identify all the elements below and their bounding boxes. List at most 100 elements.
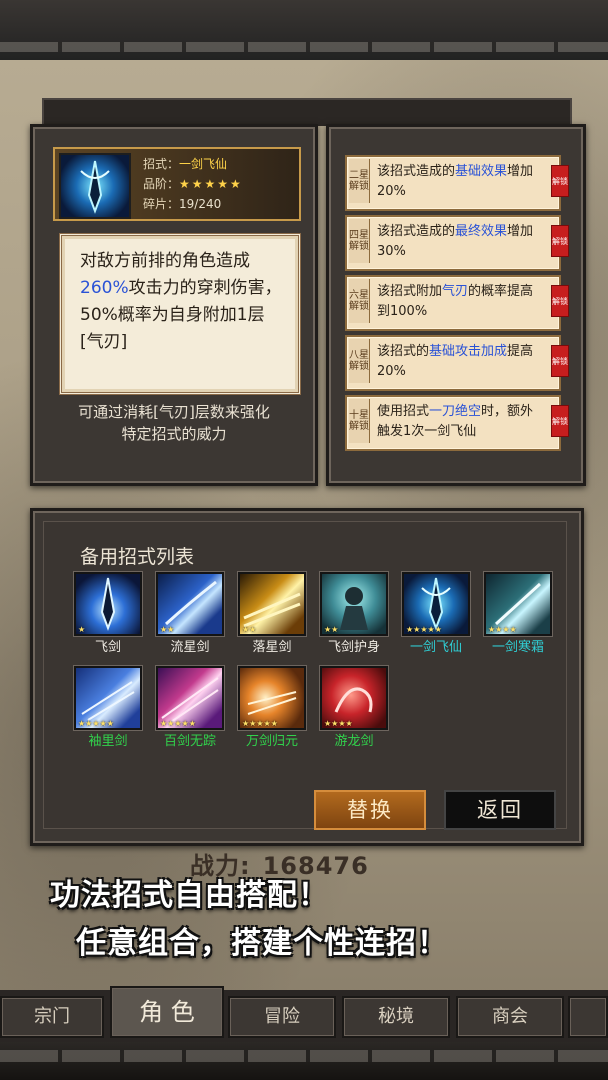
skill-item-feijianhushen[interactable]: ★★ 飞剑护身 bbox=[318, 572, 390, 655]
promo-text-line1: 功法招式自由搭配！ bbox=[50, 878, 329, 913]
nav-tab-guild[interactable]: 商会 bbox=[456, 996, 564, 1038]
nav-tab-sect[interactable]: 宗门 bbox=[0, 996, 104, 1038]
unlock-row: 二星解锁 该招式造成的基础效果增加20% 解锁 bbox=[345, 155, 569, 211]
unlock-text: 该招式的基础攻击加成提高20% bbox=[377, 342, 539, 382]
top-frame bbox=[0, 0, 608, 63]
skill-item-xiulijian[interactable]: ★★★★★ 袖里剑 bbox=[72, 666, 144, 749]
sword-skill-icon bbox=[59, 153, 131, 219]
unlocked-badge: 解锁 bbox=[551, 285, 569, 317]
skill-item-yijianhanshuang[interactable]: ★★★★ 一剑寒霜 bbox=[482, 572, 554, 655]
skill-name: 一剑飞仙 bbox=[179, 157, 228, 171]
skill-name: 飞剑护身 bbox=[327, 640, 380, 655]
replace-button[interactable]: 替换 bbox=[314, 790, 426, 830]
strengthen-note-line2: 特定招式的威力 bbox=[121, 425, 227, 443]
skill-name-label: 招式： bbox=[143, 157, 180, 171]
meteor-sword-icon: ★★ bbox=[156, 572, 224, 636]
sword-guard-icon: ★★ bbox=[320, 572, 388, 636]
bottom-frame bbox=[0, 1042, 608, 1080]
nav-tab-character[interactable]: 角 色 bbox=[110, 986, 224, 1038]
ten-thousand-swords-icon: ★★★★★ bbox=[238, 666, 306, 730]
sword-immortal-icon: ★★★★★ bbox=[402, 572, 470, 636]
unlock-text: 该招式造成的基础效果增加20% bbox=[377, 162, 539, 202]
promo-text-line2: 任意组合，搭建个性连招！ bbox=[76, 926, 448, 961]
skill-stars: ★★★★ bbox=[324, 719, 353, 728]
skill-name: 一剑飞仙 bbox=[409, 640, 462, 655]
unlocked-badge: 解锁 bbox=[551, 165, 569, 197]
hundred-swords-icon: ★★★★★ bbox=[156, 666, 224, 730]
skill-item-youlongjian[interactable]: ★★★★ 游龙剑 bbox=[318, 666, 390, 749]
skill-name-line: 招式：一剑飞仙 bbox=[143, 155, 227, 172]
skill-description: 对敌方前排的角色造成260%攻击力的穿刺伤害，50%概率为自身附加1层[气刃] bbox=[80, 248, 286, 356]
back-button[interactable]: 返回 bbox=[444, 790, 556, 830]
unlock-text-highlight: 气刃 bbox=[442, 284, 469, 299]
skill-item-wanjianguiyuan[interactable]: ★★★★★ 万剑归元 bbox=[236, 666, 308, 749]
nav-tab-partial[interactable] bbox=[568, 996, 608, 1038]
panel-header-strip bbox=[42, 98, 572, 126]
skill-item-yijianfeixian[interactable]: ★★★★★ 一剑飞仙 bbox=[400, 572, 472, 655]
unlock-star-tag: 二星解锁 bbox=[349, 159, 370, 203]
unlock-row: 四星解锁 该招式造成的最终效果增加30% 解锁 bbox=[345, 215, 569, 271]
unlock-text-pre: 该招式造成的 bbox=[377, 224, 456, 239]
unlock-text-highlight: 最终效果 bbox=[455, 224, 508, 239]
skill-item-baijianwuzong[interactable]: ★★★★★ 百剑无踪 bbox=[154, 666, 226, 749]
skill-rank-line: 品阶：★★★★★ bbox=[143, 175, 243, 192]
unlock-text-pre: 使用招式 bbox=[377, 404, 430, 419]
falling-star-sword-icon: ★★ bbox=[238, 572, 306, 636]
unlock-row: 十星解锁 使用招式一刀绝空时，额外触发1次一剑飞仙 解锁 bbox=[345, 395, 569, 451]
skill-stars: ★★★★ bbox=[488, 625, 517, 634]
unlocked-badge: 解锁 bbox=[551, 345, 569, 377]
unlock-text-pre: 该招式附加 bbox=[377, 284, 443, 299]
desc-highlight: 260% bbox=[80, 278, 129, 298]
unlock-star-tag: 六星解锁 bbox=[349, 279, 370, 323]
strengthen-note: 可通过消耗[气刃]层数来强化 特定招式的威力 bbox=[33, 401, 315, 445]
skill-header: 招式：一剑飞仙 品阶：★★★★★ 碎片：19/240 bbox=[53, 147, 301, 221]
unlock-text-highlight: 基础攻击加成 bbox=[429, 344, 508, 359]
skill-list-title: 备用招式列表 bbox=[80, 546, 195, 568]
unlock-text: 使用招式一刀绝空时，额外触发1次一剑飞仙 bbox=[377, 402, 539, 442]
skill-name: 游龙剑 bbox=[334, 734, 374, 749]
skill-name: 飞剑 bbox=[94, 640, 121, 655]
skill-stars: ★★★★★ bbox=[160, 719, 196, 728]
unlock-star-tag: 四星解锁 bbox=[349, 219, 370, 263]
strengthen-note-line1: 可通过消耗[气刃]层数来强化 bbox=[78, 403, 270, 421]
skill-list-inner: 备用招式列表 ★ 飞剑 ★★ 流星剑 ★★ 落星剑 ★★ 飞剑护身 ★★★★★ … bbox=[43, 521, 567, 830]
skill-name: 流星剑 bbox=[170, 640, 210, 655]
skill-item-feijian[interactable]: ★ 飞剑 bbox=[72, 572, 144, 655]
skill-rank-label: 品阶： bbox=[143, 177, 180, 191]
unlock-text-pre: 该招式的 bbox=[377, 344, 430, 359]
unlocked-badge: 解锁 bbox=[551, 405, 569, 437]
unlock-row: 八星解锁 该招式的基础攻击加成提高20% 解锁 bbox=[345, 335, 569, 391]
unlock-star-tag: 十星解锁 bbox=[349, 399, 370, 443]
unlocked-badge: 解锁 bbox=[551, 225, 569, 257]
skill-item-liuxingjian[interactable]: ★★ 流星剑 bbox=[154, 572, 226, 655]
skill-list-panel: 备用招式列表 ★ 飞剑 ★★ 流星剑 ★★ 落星剑 ★★ 飞剑护身 ★★★★★ … bbox=[30, 508, 584, 846]
skill-name: 落星剑 bbox=[252, 640, 292, 655]
skill-name: 袖里剑 bbox=[88, 734, 128, 749]
unlock-text: 该招式造成的最终效果增加30% bbox=[377, 222, 539, 262]
skill-name: 一剑寒霜 bbox=[491, 640, 544, 655]
skill-fragments-label: 碎片： bbox=[143, 197, 180, 211]
sleeve-sword-icon: ★★★★★ bbox=[74, 666, 142, 730]
bottom-nav: 宗门 角 色 冒险 秘境 商会 bbox=[0, 986, 608, 1042]
skill-fragments-count: 19/240 bbox=[179, 197, 222, 211]
skill-name: 万剑归元 bbox=[245, 734, 298, 749]
skill-stars: ★ bbox=[78, 625, 86, 634]
skill-stars: ★★★★★ bbox=[242, 719, 278, 728]
unlock-row: 六星解锁 该招式附加气刃的概率提高到100% 解锁 bbox=[345, 275, 569, 331]
unlock-text-highlight: 基础效果 bbox=[455, 164, 508, 179]
skill-detail-panel: 招式：一剑飞仙 品阶：★★★★★ 碎片：19/240 对敌方前排的角色造成 260… bbox=[30, 124, 318, 486]
skill-stars: ★★★★★ bbox=[78, 719, 114, 728]
desc-part-1: 对敌方前排的角色造成 bbox=[80, 251, 250, 271]
nav-tab-adventure[interactable]: 冒险 bbox=[228, 996, 336, 1038]
nav-tab-secret-realm[interactable]: 秘境 bbox=[342, 996, 450, 1038]
star-unlock-panel: 二星解锁 该招式造成的基础效果增加20% 解锁 四星解锁 该招式造成的最终效果增… bbox=[326, 124, 586, 486]
unlock-text-pre: 该招式造成的 bbox=[377, 164, 456, 179]
dragon-sword-icon: ★★★★ bbox=[320, 666, 388, 730]
skill-item-luoxingjian[interactable]: ★★ 落星剑 bbox=[236, 572, 308, 655]
skill-name: 百剑无踪 bbox=[163, 734, 216, 749]
skill-stars: ★★ bbox=[324, 625, 339, 634]
frost-sword-icon: ★★★★ bbox=[484, 572, 552, 636]
unlock-star-tag: 八星解锁 bbox=[349, 339, 370, 383]
skill-description-box: 对敌方前排的角色造成260%攻击力的穿刺伤害，50%概率为自身附加1层[气刃] bbox=[59, 233, 301, 395]
skill-fragments-line: 碎片：19/240 bbox=[143, 195, 221, 212]
